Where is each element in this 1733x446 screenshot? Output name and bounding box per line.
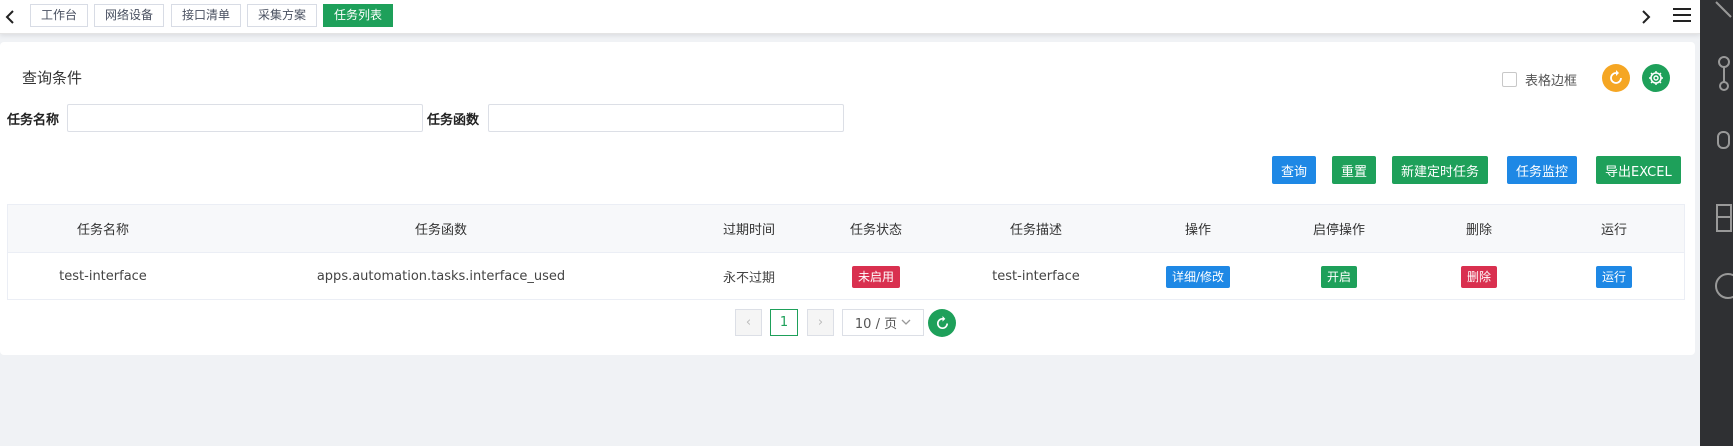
next-page-button[interactable]: › (807, 309, 834, 336)
pager-refresh-button[interactable] (928, 309, 956, 337)
delete-cell: 删除 (1416, 253, 1542, 300)
table-header: 任务名称 任务函数 过期时间 任务状态 任务描述 操作 启停操作 删除 运行 (8, 205, 1684, 253)
column-header[interactable]: 任务状态 (814, 205, 938, 252)
expire-cell: 永不过期 (722, 271, 775, 286)
gear-icon (1649, 71, 1663, 85)
right-sidebar (1700, 0, 1733, 446)
desc-cell: test-interface (992, 269, 1080, 284)
task-table: 任务名称 任务函数 过期时间 任务状态 任务描述 操作 启停操作 删除 运行 t… (7, 204, 1685, 300)
page-size-value: 10 / 页 (854, 317, 898, 332)
close-icon[interactable] (1714, 0, 1733, 20)
export-excel-button[interactable]: 导出EXCEL (1596, 156, 1681, 184)
run-button[interactable]: 运行 (1595, 265, 1632, 288)
task-func-input[interactable] (488, 104, 844, 132)
chevron-left-icon[interactable] (0, 6, 20, 28)
refresh-icon (1610, 70, 1622, 84)
chevron-down-icon (901, 319, 911, 325)
tab-collection-plan[interactable]: 采集方案 (247, 4, 318, 27)
task-name-input[interactable] (67, 104, 423, 132)
table-border-checkbox[interactable] (1502, 72, 1517, 87)
enable-button[interactable]: 开启 (1320, 265, 1357, 288)
delete-button[interactable]: 删除 (1460, 265, 1497, 288)
column-header[interactable]: 删除 (1416, 205, 1542, 252)
bug-icon[interactable] (1714, 126, 1733, 160)
status-cell: 未启用 (814, 253, 938, 300)
query-title: 查询条件 (22, 69, 83, 87)
tab-workbench[interactable]: 工作台 (30, 4, 89, 27)
table-border-toggle[interactable]: 表格边框 (1502, 70, 1577, 89)
task-monitor-button[interactable]: 任务监控 (1507, 156, 1578, 184)
menu-icon[interactable] (1673, 8, 1691, 24)
tab-task-list[interactable]: 任务列表 (323, 4, 394, 27)
reset-button[interactable]: 重置 (1332, 156, 1377, 184)
task-func-label: 任务函数 (427, 113, 480, 128)
column-header[interactable]: 过期时间 (684, 205, 814, 252)
column-header[interactable]: 任务名称 (8, 205, 198, 252)
settings-button[interactable] (1642, 64, 1670, 92)
new-scheduled-task-button[interactable]: 新建定时任务 (1392, 156, 1489, 184)
table-border-label: 表格边框 (1525, 74, 1578, 89)
column-header[interactable]: 任务函数 (198, 205, 684, 252)
table-row: test-interface apps.automation.tasks.int… (8, 253, 1684, 300)
refresh-icon (936, 315, 948, 329)
tab-interface-list[interactable]: 接口清单 (171, 4, 242, 27)
operation-cell: 详细/修改 (1134, 253, 1262, 300)
tab-network-devices[interactable]: 网络设备 (94, 4, 165, 27)
run-cell: 运行 (1542, 253, 1686, 300)
refresh-button[interactable] (1602, 64, 1630, 92)
detail-edit-button[interactable]: 详细/修改 (1165, 265, 1231, 288)
page-size-select[interactable]: 10 / 页 (842, 309, 924, 336)
query-card: 查询条件 表格边框 任务名称 任务函数 查询 重置 新建定时任务 任务监控 导出… (0, 42, 1695, 355)
column-header[interactable]: 操作 (1134, 205, 1262, 252)
column-header[interactable]: 任务描述 (938, 205, 1134, 252)
task-name-label: 任务名称 (7, 113, 60, 128)
page-1-button[interactable]: 1 (770, 309, 798, 336)
tab-bar: 工作台 网络设备 接口清单 采集方案 任务列表 (0, 0, 1700, 34)
layout-icon[interactable] (1714, 202, 1733, 236)
prev-page-button[interactable]: ‹ (735, 309, 762, 336)
column-header[interactable]: 启停操作 (1262, 205, 1416, 252)
task-func-cell: apps.automation.tasks.interface_used (316, 269, 566, 284)
task-name-cell: test-interface (59, 269, 147, 284)
toggle-cell: 开启 (1262, 253, 1416, 300)
search-button[interactable]: 查询 (1272, 156, 1317, 184)
chevron-right-icon[interactable] (1636, 6, 1656, 28)
help-icon[interactable] (1714, 270, 1733, 304)
column-header[interactable]: 运行 (1542, 205, 1686, 252)
branch-icon[interactable] (1714, 52, 1733, 92)
status-badge: 未启用 (851, 265, 900, 288)
